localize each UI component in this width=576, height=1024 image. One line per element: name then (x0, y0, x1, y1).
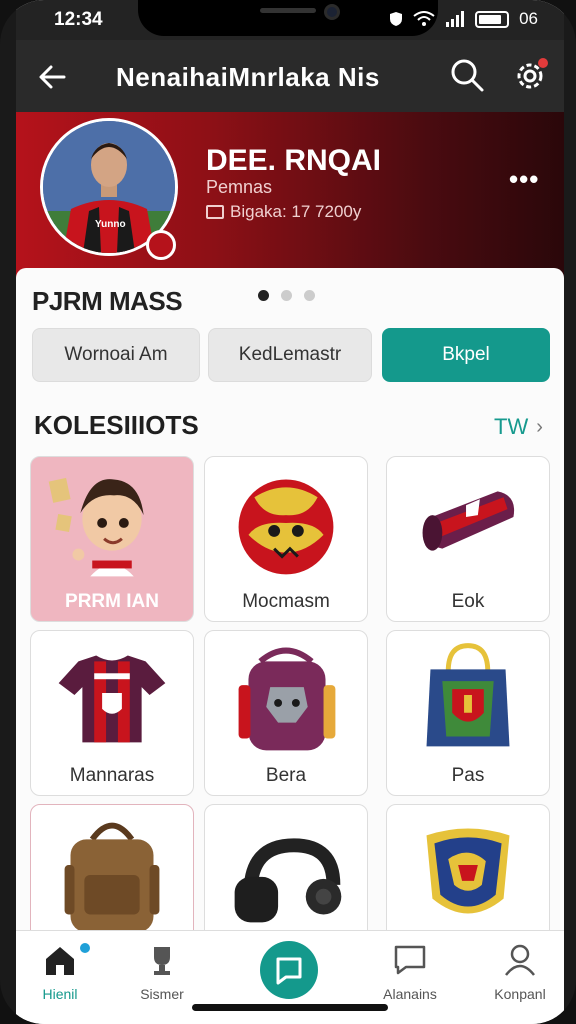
speaker-grille (260, 8, 316, 13)
signal-icon (446, 11, 465, 27)
collection-item[interactable]: Eok (386, 456, 550, 622)
player-name: DEE. RNQAI (206, 144, 382, 177)
more-options-icon[interactable]: ••• (509, 164, 539, 195)
status-bar: 12:34 06 (16, 0, 564, 40)
center-action-button[interactable] (260, 941, 318, 999)
page-dot-1[interactable] (258, 290, 269, 301)
collection-item-label: PRRM IAN (65, 591, 159, 612)
collection-item[interactable]: Pas (386, 630, 550, 796)
back-arrow-icon[interactable] (36, 60, 70, 94)
nav-messages[interactable]: Alanains (360, 943, 460, 1002)
avatar-status-badge (146, 230, 176, 260)
nav-trophy[interactable]: Sismer (112, 943, 212, 1002)
svg-text:Yunno: Yunno (95, 219, 126, 230)
app-bar: NenaihaiMnrlaka Nis (16, 40, 564, 112)
collection-item[interactable]: Mannaras (30, 630, 194, 796)
segment-button-2[interactable]: KedLemastr (208, 328, 372, 382)
status-icons: 06 (389, 9, 538, 29)
profile-icon (505, 944, 535, 976)
segment-button-3[interactable]: Bkpel (382, 328, 550, 382)
leather-bag-icon (64, 822, 160, 933)
battery-icon (475, 10, 510, 28)
home-notification-dot (80, 943, 90, 953)
trophy-icon (154, 947, 170, 975)
wifi-icon (413, 11, 435, 26)
phone-frame: 12:34 06 NenaihaiMnrlaka Nis Yunno DEE. … (0, 0, 576, 1024)
settings-button[interactable] (512, 58, 548, 94)
headphones-icon (234, 838, 342, 923)
content-card: PJRM MASS Wornoai Am KedLemastr Bkpel KO… (16, 268, 564, 970)
shield-status-icon (390, 12, 403, 26)
status-time: 12:34 (54, 9, 103, 30)
cartoon-avatar-icon (48, 477, 144, 577)
shield-badge-icon (426, 828, 510, 914)
player-role: Pemnas (206, 177, 273, 197)
app-screen: 12:34 06 NenaihaiMnrlaka Nis Yunno DEE. … (16, 0, 564, 1024)
collections-title: KOLESIIIOTS (34, 410, 199, 440)
collection-item-label: Pas (451, 765, 485, 786)
see-all-label: TW (494, 414, 529, 439)
front-camera-icon (324, 4, 340, 20)
page-dot-3[interactable] (304, 290, 315, 301)
app-title: NenaihaiMnrlaka Nis (116, 62, 380, 92)
search-icon[interactable] (448, 56, 486, 94)
page-dot-2[interactable] (281, 290, 292, 301)
collection-item[interactable]: Bera (204, 630, 368, 796)
collection-item[interactable]: Mocmasm (204, 456, 368, 622)
calendar-icon (206, 205, 224, 219)
jersey-icon (58, 655, 166, 743)
player-meta: Bigaka: 17 7200y (206, 202, 361, 222)
tote-bag-icon (426, 643, 510, 747)
collection-item-label: Bera (265, 765, 307, 786)
page-indicator (258, 290, 315, 301)
collection-item-label: Mannaras (69, 765, 155, 786)
section-title: PJRM MASS (32, 286, 183, 316)
collection-item-label: Mocmasm (242, 591, 330, 612)
home-icon (46, 947, 74, 975)
home-indicator[interactable] (192, 1004, 388, 1011)
chat-icon (276, 957, 302, 985)
nav-home-label: Hienil (42, 986, 78, 1002)
football-icon (238, 479, 334, 575)
nav-profile-label: Konpanl (494, 986, 546, 1002)
message-icon (394, 945, 426, 975)
nav-trophy-label: Sismer (140, 986, 184, 1002)
battery-text: 06 (519, 9, 538, 28)
player-meta-text: Bigaka: 17 7200y (230, 202, 362, 221)
see-all-link[interactable]: TW › (494, 414, 543, 440)
segment-button-1[interactable]: Wornoai Am (32, 328, 200, 382)
nav-home[interactable]: Hienil (16, 943, 110, 1002)
collection-item-label: Eok (451, 591, 485, 612)
profile-header: Yunno DEE. RNQAI Pemnas Bigaka: 17 7200y… (16, 112, 564, 282)
nav-profile[interactable]: Konpanl (470, 943, 564, 1002)
chevron-right-icon: › (536, 415, 543, 438)
notification-dot (538, 58, 548, 68)
collection-item[interactable]: PRRM IAN (30, 456, 194, 622)
nav-messages-label: Alanains (383, 986, 437, 1002)
backpack-icon (238, 647, 336, 751)
scarf-icon (422, 491, 515, 551)
